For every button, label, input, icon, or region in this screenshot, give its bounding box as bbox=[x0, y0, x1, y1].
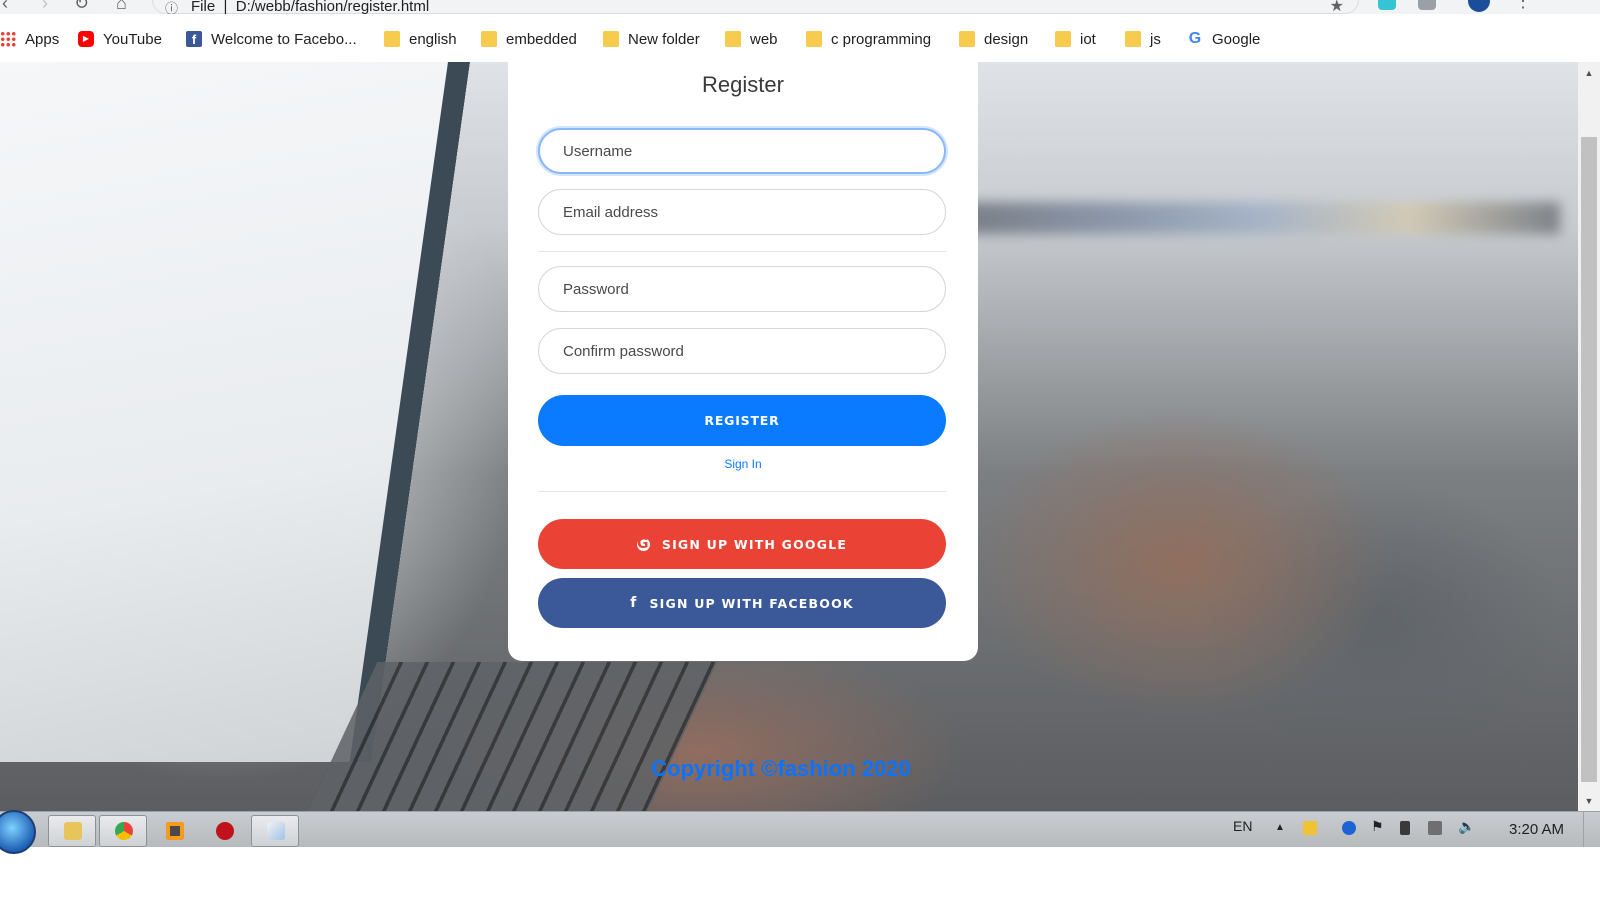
youtube-icon: ▶ bbox=[78, 31, 94, 47]
bookmark-label: iot bbox=[1080, 30, 1096, 48]
app-tray-icon[interactable] bbox=[1342, 821, 1356, 835]
confirm-password-input[interactable] bbox=[538, 328, 946, 374]
clock[interactable]: 3:20 AM bbox=[1509, 821, 1564, 838]
network-icon[interactable] bbox=[1428, 821, 1442, 835]
bookmark-c-programming[interactable]: c programming bbox=[806, 29, 931, 49]
extension-icon[interactable] bbox=[1418, 0, 1436, 10]
facebook-icon: f bbox=[186, 31, 202, 47]
background-monitor-strip bbox=[960, 202, 1560, 234]
home-icon[interactable]: ⌂ bbox=[116, 0, 127, 14]
bookmark-label: New folder bbox=[628, 30, 700, 48]
divider bbox=[538, 251, 946, 252]
bookmark-apps[interactable]: Apps bbox=[0, 29, 59, 49]
folder-icon bbox=[725, 31, 741, 47]
info-icon[interactable]: ⓘ bbox=[165, 0, 178, 14]
bookmarks-bar: Apps ▶ YouTube f Welcome to Facebo... en… bbox=[0, 14, 1600, 63]
bookmark-label: js bbox=[1150, 30, 1161, 48]
page-scrollbar[interactable]: ▲ ▼ bbox=[1578, 62, 1600, 811]
apps-grid-icon bbox=[0, 31, 16, 47]
volume-icon[interactable]: 🔈 bbox=[1458, 818, 1475, 835]
bookmark-facebook[interactable]: f Welcome to Facebo... bbox=[186, 29, 357, 49]
taskbar-explorer[interactable] bbox=[48, 815, 96, 847]
language-indicator[interactable]: EN bbox=[1233, 818, 1252, 834]
google-icon: G bbox=[636, 535, 650, 552]
divider bbox=[538, 491, 946, 492]
bookmark-youtube[interactable]: ▶ YouTube bbox=[78, 29, 162, 49]
bookmark-label: YouTube bbox=[103, 30, 162, 48]
taskbar-sublime[interactable] bbox=[150, 815, 198, 847]
folder-icon bbox=[806, 31, 822, 47]
email-input[interactable] bbox=[538, 189, 946, 235]
folder-icon bbox=[384, 31, 400, 47]
bookmark-star-icon[interactable]: ★ bbox=[1330, 0, 1344, 14]
bookmark-label: english bbox=[409, 30, 457, 48]
bookmark-label: web bbox=[750, 30, 778, 48]
folder-icon bbox=[1055, 31, 1071, 47]
bookmark-iot[interactable]: iot bbox=[1055, 29, 1096, 49]
address-url: File | D:/webb/fashion/register.html bbox=[191, 0, 430, 14]
reload-icon[interactable]: ↻ bbox=[74, 0, 89, 14]
facebook-signup-label: SIGN UP WITH FACEBOOK bbox=[649, 595, 854, 611]
scroll-up-icon[interactable]: ▲ bbox=[1578, 68, 1600, 78]
bookmark-js[interactable]: js bbox=[1125, 29, 1161, 49]
bookmark-english[interactable]: english bbox=[384, 29, 457, 49]
battery-icon[interactable] bbox=[1400, 821, 1410, 835]
page-viewport: Register REGISTER Sign In G SIGN UP WITH… bbox=[0, 62, 1578, 811]
app-icon bbox=[216, 822, 234, 840]
show-desktop-button[interactable] bbox=[1583, 812, 1600, 847]
start-button[interactable] bbox=[0, 810, 36, 854]
register-button-label: REGISTER bbox=[704, 413, 780, 428]
bookmark-google[interactable]: G Google bbox=[1187, 29, 1261, 49]
folder-icon bbox=[1125, 31, 1141, 47]
google-signup-button[interactable]: G SIGN UP WITH GOOGLE bbox=[538, 519, 946, 569]
forward-icon[interactable]: › bbox=[42, 0, 48, 14]
sublime-icon bbox=[166, 822, 184, 840]
bookmark-label: Apps bbox=[25, 30, 60, 48]
google-signup-label: SIGN UP WITH GOOGLE bbox=[661, 536, 848, 552]
username-input[interactable] bbox=[538, 128, 946, 174]
chrome-icon bbox=[115, 822, 133, 840]
tray-expand-icon[interactable]: ▲ bbox=[1275, 822, 1285, 833]
scroll-down-icon[interactable]: ▼ bbox=[1578, 796, 1600, 806]
bookmark-design[interactable]: design bbox=[959, 29, 1028, 49]
google-icon: G bbox=[1188, 30, 1202, 47]
register-title: Register bbox=[702, 72, 784, 97]
address-bar[interactable]: ⓘ File | D:/webb/fashion/register.html ★ bbox=[152, 0, 1359, 14]
bookmark-label: design bbox=[984, 30, 1029, 48]
bookmark-label: Welcome to Facebo... bbox=[211, 30, 357, 48]
copyright-text: Copyright ©fashion 2020 bbox=[651, 756, 911, 781]
scrollbar-thumb[interactable] bbox=[1581, 137, 1597, 782]
background-laptop-screen bbox=[0, 62, 471, 762]
taskbar-chrome[interactable] bbox=[99, 815, 147, 847]
profile-avatar[interactable] bbox=[1468, 0, 1490, 12]
back-icon[interactable]: ‹ bbox=[2, 0, 8, 14]
taskbar-app[interactable] bbox=[200, 815, 248, 847]
taskbar: EN ▲ ⚑ 🔈 3:20 AM bbox=[0, 810, 1600, 854]
taskbar-paint[interactable] bbox=[251, 815, 299, 847]
register-button[interactable]: REGISTER bbox=[538, 395, 946, 446]
browser-toolbar: ‹ › ↻ ⌂ ⓘ File | D:/webb/fashion/registe… bbox=[0, 0, 1600, 14]
bookmark-web[interactable]: web bbox=[725, 29, 778, 49]
facebook-signup-button[interactable]: f SIGN UP WITH FACEBOOK bbox=[538, 578, 946, 628]
menu-kebab-icon[interactable]: ⋮ bbox=[1514, 0, 1532, 12]
password-input[interactable] bbox=[538, 266, 946, 312]
folder-icon bbox=[959, 31, 975, 47]
bookmark-label: c programming bbox=[831, 30, 932, 48]
bookmark-label: embedded bbox=[506, 30, 577, 48]
bookmark-new-folder[interactable]: New folder bbox=[603, 29, 700, 49]
facebook-icon: f bbox=[630, 595, 638, 611]
register-card: Register REGISTER Sign In G SIGN UP WITH… bbox=[508, 62, 978, 661]
folder-icon bbox=[603, 31, 619, 47]
extension-icon[interactable] bbox=[1378, 0, 1396, 10]
network-drive-icon[interactable] bbox=[1303, 821, 1317, 835]
bookmark-embedded[interactable]: embedded bbox=[481, 29, 577, 49]
bookmark-label: Google bbox=[1212, 30, 1261, 48]
paint-icon bbox=[267, 822, 285, 840]
flag-icon[interactable]: ⚑ bbox=[1371, 818, 1384, 835]
sign-in-link[interactable]: Sign In bbox=[508, 457, 978, 471]
folder-icon bbox=[481, 31, 497, 47]
folder-icon bbox=[64, 822, 82, 840]
